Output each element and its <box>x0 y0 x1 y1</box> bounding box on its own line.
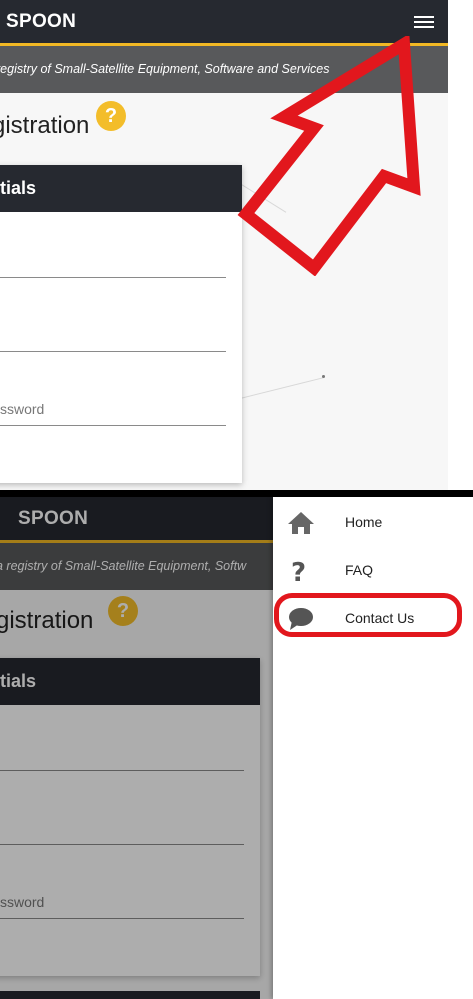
question-mark-icon: ? <box>291 559 306 583</box>
screenshot-after: SPOON a registry of Small-Satellite Equi… <box>0 497 473 999</box>
page-title: gistration <box>0 112 90 139</box>
background-decoration <box>240 377 324 399</box>
email-field[interactable] <box>0 351 226 352</box>
brand-logo[interactable]: SPOON <box>6 11 76 33</box>
screenshot-divider <box>0 490 473 497</box>
drawer-backdrop[interactable] <box>0 497 273 999</box>
nav-drawer: Home ? FAQ Contact Us <box>273 497 473 999</box>
screenshot-before: SPOON registry of Small-Satellite Equipm… <box>0 0 448 490</box>
credentials-card-header: tials <box>0 165 242 212</box>
svg-text:?: ? <box>291 559 306 583</box>
help-icon[interactable]: ? <box>96 101 126 131</box>
credentials-card: tials ssword <box>0 165 242 483</box>
nav-item-home[interactable]: Home <box>273 499 473 547</box>
hamburger-menu-icon[interactable] <box>414 14 434 30</box>
home-icon <box>288 512 314 534</box>
nav-item-label: FAQ <box>345 562 374 578</box>
contact-us-highlight-annotation <box>274 593 462 637</box>
red-arrow-annotation <box>237 36 421 276</box>
password-placeholder: ssword <box>0 401 45 417</box>
password-field[interactable] <box>0 425 226 426</box>
nav-item-label: Home <box>345 514 383 530</box>
username-field[interactable] <box>0 277 226 278</box>
credentials-card-title: tials <box>0 178 37 198</box>
background-dot <box>322 375 325 378</box>
nav-item-faq[interactable]: ? FAQ <box>273 547 473 595</box>
